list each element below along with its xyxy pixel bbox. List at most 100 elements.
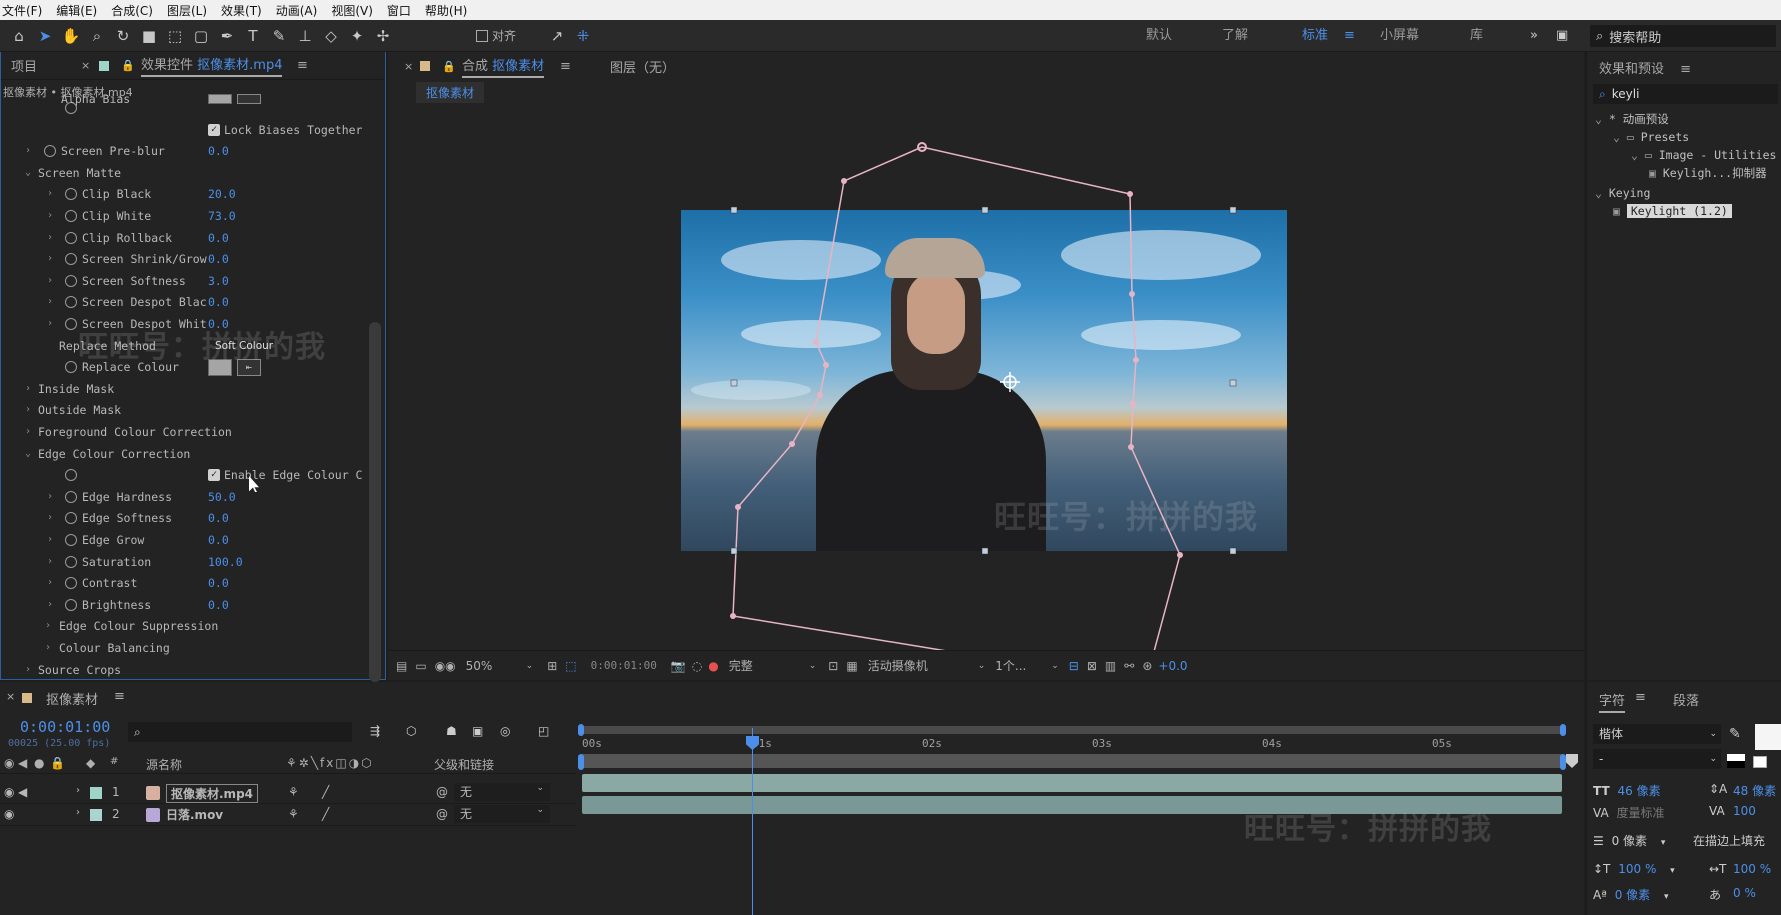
property-row-screen-despot-blac[interactable]: › Screen Despot Blac 0.0	[1, 292, 369, 312]
render-bar-start-handle[interactable]	[578, 754, 584, 770]
flowchart-icon[interactable]: ⚯	[1124, 659, 1134, 673]
quality-select[interactable]: 完整	[729, 657, 809, 674]
chevron-right-icon[interactable]: ›	[76, 807, 80, 818]
property-value[interactable]: 0.0	[208, 249, 229, 269]
stopwatch-icon[interactable]	[65, 253, 77, 266]
channel-icon[interactable]: ●	[708, 659, 718, 673]
property-row-edge-grow[interactable]: › Edge Grow 0.0	[1, 530, 369, 550]
menu-help[interactable]: 帮助(H)	[425, 2, 473, 19]
exposure-value[interactable]: +0.0	[1158, 659, 1187, 673]
chevron-right-icon[interactable]: ›	[45, 616, 51, 636]
tsume-value[interactable]: 0 %	[1733, 886, 1756, 900]
comp-chip[interactable]: 抠像素材	[416, 82, 485, 103]
preset-icon[interactable]: ▣	[1613, 204, 1627, 218]
property-row-screen-softness[interactable]: › Screen Softness 3.0	[1, 271, 369, 291]
audio-icon[interactable]: ◀	[18, 785, 27, 799]
property-row-clip-white[interactable]: › Clip White 73.0	[1, 206, 369, 226]
source-name-header[interactable]: 源名称	[146, 756, 182, 773]
chevron-right-icon[interactable]: ›	[47, 228, 53, 248]
monitor-icon[interactable]: ▭	[415, 659, 426, 673]
mask-overlay[interactable]	[388, 110, 1584, 650]
property-value[interactable]: 0.0	[208, 141, 229, 161]
toggle-pixel-icon[interactable]: ⊟	[1069, 659, 1079, 673]
property-row-alpha-bias[interactable]: Alpha Bias	[1, 92, 369, 118]
property-value[interactable]: 0.0	[208, 573, 229, 593]
shy-switch-icon[interactable]: ⚘	[288, 807, 299, 821]
stopwatch-icon[interactable]	[65, 188, 77, 201]
timeline-search[interactable]: ⌕	[128, 722, 352, 742]
type-tool-icon[interactable]: T	[242, 25, 264, 47]
chevron-right-icon[interactable]: ›	[25, 141, 31, 161]
property-row-brightness[interactable]: › Brightness 0.0	[1, 595, 369, 615]
always-preview-icon[interactable]: ▤	[396, 659, 407, 673]
chevron-right-icon[interactable]: ›	[76, 785, 80, 796]
viewer-canvas[interactable]	[388, 110, 1584, 650]
layer-name[interactable]: 日落.mov	[166, 806, 223, 823]
property-row-edge-softness[interactable]: › Edge Softness 0.0	[1, 508, 369, 528]
chevron-right-icon[interactable]: ›	[47, 292, 53, 312]
tab-effect-controls[interactable]: 效果控件 抠像素材.mp4	[141, 54, 283, 77]
layer-name[interactable]: 抠像素材.mp4	[166, 784, 259, 803]
solo-icon[interactable]: ●	[34, 756, 44, 770]
panel-menu-icon[interactable]: ≡	[1635, 690, 1646, 705]
menu-animation[interactable]: 动画(A)	[276, 2, 324, 19]
property-value[interactable]: 0.0	[208, 508, 229, 528]
menu-composition[interactable]: 合成(C)	[111, 2, 159, 19]
chevron-right-icon[interactable]: ›	[25, 660, 31, 680]
checkbox[interactable]: ✓	[208, 469, 220, 482]
preset-icon[interactable]: ▣	[1649, 166, 1663, 180]
checkbox[interactable]: ✓	[208, 123, 220, 136]
property-row-outside-mask[interactable]: › Outside Mask	[1, 400, 369, 420]
menu-edit[interactable]: 编辑(E)	[56, 2, 103, 19]
chevron-right-icon[interactable]: ›	[47, 573, 53, 593]
horizontal-scale-value[interactable]: 100 %	[1733, 862, 1771, 876]
timeline-tracks[interactable]: 00s 01s 02s 03s 04s 05s 旺旺号：拼拼的我	[576, 722, 1584, 915]
render-bar-end-handle[interactable]	[1560, 754, 1566, 770]
kerning-value[interactable]: 度量标准	[1616, 806, 1664, 820]
property-row-enable-edge-colour-c[interactable]: ✓ Enable Edge Colour C	[1, 465, 369, 485]
work-area-bar[interactable]	[580, 726, 1564, 734]
property-row-screen-pre-blur[interactable]: › Screen Pre-blur 0.0	[1, 141, 369, 161]
exposure-reset-icon[interactable]: ⊛	[1142, 659, 1152, 673]
property-row-edge-colour-suppression[interactable]: › Edge Colour Suppression	[1, 616, 369, 636]
rectangle-tool-icon[interactable]: ▢	[190, 25, 212, 47]
workspace-standard[interactable]: 标准	[1302, 20, 1328, 52]
stopwatch-icon[interactable]	[65, 469, 77, 482]
stopwatch-icon[interactable]	[65, 274, 77, 287]
property-value[interactable]: 0.0	[208, 292, 229, 312]
zoom-tool-icon[interactable]: ⌕	[86, 25, 108, 47]
chevron-right-icon[interactable]: ›	[47, 271, 53, 291]
quality-switch-icon[interactable]: ╱	[322, 807, 329, 821]
camera-tool-icon[interactable]: ■	[138, 25, 160, 47]
close-icon[interactable]: ×	[81, 59, 90, 72]
fast-preview-icon[interactable]: ⊠	[1087, 659, 1097, 673]
preset-tree-item[interactable]: ⌄ * 动画预设	[1595, 110, 1669, 128]
property-value[interactable]: 0.0	[208, 530, 229, 550]
snapshot-icon[interactable]: 📷	[671, 659, 686, 673]
lock-icon[interactable]: 🔒	[121, 59, 135, 72]
property-row-edge-hardness[interactable]: › Edge Hardness 50.0	[1, 487, 369, 507]
layer-row[interactable]: ◉ ◀ › 1 抠像素材.mp4 ⚘ ╱ @ 无 ⌄	[0, 782, 576, 804]
layer-row[interactable]: ◉ › 2 日落.mov ⚘ ╱ @ 无 ⌄	[0, 804, 576, 826]
vertical-scale-value[interactable]: 100 %	[1618, 862, 1656, 876]
black-white-swatch[interactable]	[1727, 754, 1745, 768]
rotate-tool-icon[interactable]: ↻	[112, 25, 134, 47]
property-row-contrast[interactable]: › Contrast 0.0	[1, 573, 369, 593]
panel-menu-icon[interactable]: ≡	[114, 689, 125, 704]
close-icon[interactable]: ×	[404, 60, 413, 73]
chevron-right-icon[interactable]: ›	[45, 638, 51, 658]
property-value[interactable]: 0.0	[208, 595, 229, 615]
chevron-right-icon[interactable]: ›	[47, 530, 53, 550]
label-icon[interactable]: ◆	[86, 756, 95, 770]
chevron-right-icon[interactable]: ›	[25, 379, 31, 399]
spiral-parent-icon[interactable]: @	[436, 807, 448, 821]
brush-tool-icon[interactable]: ✎	[268, 25, 290, 47]
chevron-right-icon[interactable]: ›	[47, 552, 53, 572]
font-style-select[interactable]: - ⌄	[1593, 749, 1721, 769]
menu-file[interactable]: 文件(F)	[2, 2, 48, 19]
leading-value[interactable]: 48 像素	[1733, 782, 1776, 799]
property-row-saturation[interactable]: › Saturation 100.0	[1, 552, 369, 572]
graph-editor-icon[interactable]: ◰	[538, 724, 549, 738]
property-row-clip-rollback[interactable]: › Clip Rollback 0.0	[1, 228, 369, 248]
snap-icon[interactable]: ↗	[546, 25, 568, 47]
